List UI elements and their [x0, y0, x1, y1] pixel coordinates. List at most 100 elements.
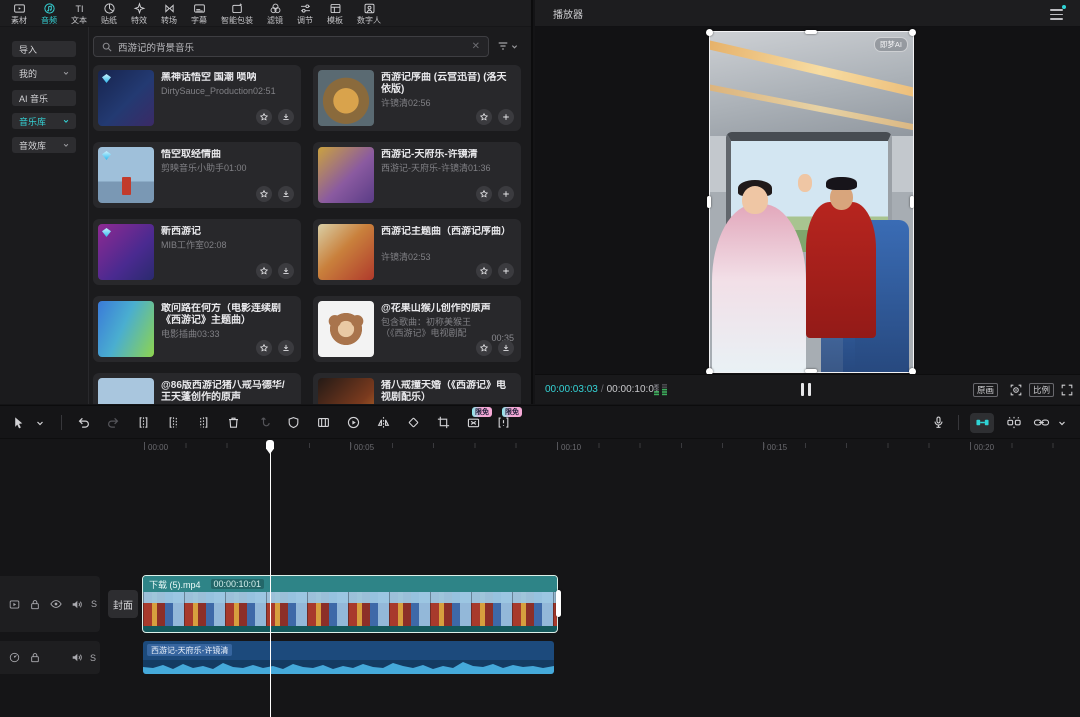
- music-card[interactable]: 敢问路在何方（电影连续剧《西游记》主题曲） 电影插曲03:33: [93, 296, 301, 362]
- search-bar[interactable]: ✕: [93, 36, 489, 57]
- fullscreen-icon[interactable]: [1060, 383, 1074, 402]
- pause-button[interactable]: [800, 383, 812, 396]
- chevron-down-icon: [63, 118, 69, 124]
- sidebar-item-ai-music[interactable]: AI 音乐: [12, 90, 76, 106]
- download-button[interactable]: [278, 186, 294, 202]
- tab-effects[interactable]: 特效: [124, 0, 154, 27]
- favorite-button[interactable]: [256, 109, 272, 125]
- tab-templates[interactable]: 模板: [320, 0, 350, 27]
- cover-button[interactable]: 封面: [108, 590, 138, 618]
- ruler-ticks: [144, 443, 1080, 448]
- linkage-chevron[interactable]: [1053, 414, 1070, 431]
- sidebar-item-sound-effects[interactable]: 音效库: [12, 137, 76, 153]
- favorite-button[interactable]: [256, 186, 272, 202]
- tab-audio[interactable]: 音频: [34, 0, 64, 27]
- add-button[interactable]: [498, 186, 514, 202]
- tab-sticker[interactable]: 贴纸: [94, 0, 124, 27]
- download-button[interactable]: [278, 263, 294, 279]
- crop-frame-button[interactable]: [315, 414, 332, 431]
- mask-button[interactable]: [285, 414, 302, 431]
- solo-track-button[interactable]: S: [90, 653, 96, 663]
- favorite-button[interactable]: [256, 263, 272, 279]
- music-card[interactable]: 西游记主题曲（西游记序曲） 许镜清02:53: [313, 219, 521, 285]
- favorite-button[interactable]: [256, 340, 272, 356]
- tab-filters[interactable]: 滤镜: [260, 0, 290, 27]
- playhead-line[interactable]: [270, 452, 271, 717]
- resize-handle[interactable]: [909, 29, 916, 36]
- original-quality-button[interactable]: 原画: [973, 383, 998, 397]
- media-icon: [13, 2, 26, 15]
- clear-search-icon[interactable]: ✕: [472, 42, 480, 52]
- audio-clip[interactable]: 西游记-天府乐-许镜清: [143, 641, 554, 674]
- tab-media[interactable]: 素材: [4, 0, 34, 27]
- asset-tabbar: 素材 音频 TI 文本 贴纸 特效: [0, 0, 533, 27]
- mute-speaker-icon[interactable]: [71, 652, 82, 663]
- video-preview[interactable]: 即梦AI: [710, 32, 913, 372]
- tab-text[interactable]: TI 文本: [64, 0, 94, 27]
- music-card[interactable]: @86版西游记猪八戒马德华/王天蓬创作的原声 包含歌曲：西游记主题曲（西游记: [93, 373, 301, 404]
- mirror-button[interactable]: [375, 414, 392, 431]
- add-button[interactable]: [498, 109, 514, 125]
- music-card[interactable]: 悟空取经情曲 剪映音乐小助手01:00: [93, 142, 301, 208]
- sidebar-item-mine[interactable]: 我的: [12, 65, 76, 81]
- smart-cut-button[interactable]: 限免: [465, 414, 482, 431]
- tab-captions[interactable]: 字幕: [184, 0, 214, 27]
- tab-transitions[interactable]: 转场: [154, 0, 184, 27]
- music-card[interactable]: 新西游记 MIB工作室02:08: [93, 219, 301, 285]
- music-card[interactable]: @花果山猴儿创作的原声 包含歌曲：初称美猴王（《西游记》电视剧配乐）-许镜清 0…: [313, 296, 521, 362]
- timeline-ruler[interactable]: 00:00 00:05 00:10 00:15 00:20: [0, 440, 1080, 460]
- freeze-frame-button[interactable]: [345, 414, 362, 431]
- filter-button[interactable]: [497, 40, 518, 52]
- focus-frame-icon[interactable]: [1009, 383, 1023, 402]
- sidebar-item-import[interactable]: 导入: [12, 41, 76, 57]
- search-input[interactable]: [118, 41, 466, 52]
- download-button[interactable]: [498, 340, 514, 356]
- lock-icon[interactable]: [30, 652, 40, 663]
- undo-button[interactable]: [75, 414, 92, 431]
- music-card[interactable]: 猪八戒撞天婚（《西游记》电视剧配乐） 许镜清01:27: [313, 373, 521, 404]
- auto-captions-button[interactable]: 限免: [495, 414, 512, 431]
- select-tool-chevron[interactable]: [31, 414, 48, 431]
- add-button[interactable]: [498, 263, 514, 279]
- player-menu-button[interactable]: [1048, 6, 1066, 22]
- linkage-button[interactable]: [1033, 414, 1050, 431]
- aspect-ratio-button[interactable]: 比例: [1029, 383, 1054, 397]
- split-right-button[interactable]: [195, 414, 212, 431]
- visibility-eye-icon[interactable]: [50, 599, 62, 609]
- player-controls: 00:00:03:03/00:00:10:01 原画 比例: [535, 374, 1080, 404]
- mute-speaker-icon[interactable]: [71, 599, 82, 610]
- video-clip[interactable]: 下载 (5).mp4 00:00:10:01: [143, 576, 557, 632]
- lock-icon[interactable]: [30, 599, 40, 610]
- clip-trim-handle[interactable]: [556, 590, 561, 617]
- crop-button[interactable]: [435, 414, 452, 431]
- rotate-button[interactable]: [405, 414, 422, 431]
- music-card[interactable]: 西游记序曲 (云宫迅音) (洛天依版) 许镜清02:56: [313, 65, 521, 131]
- resize-handle[interactable]: [706, 29, 713, 36]
- tab-smart-pack[interactable]: 智能包装: [214, 0, 260, 27]
- solo-track-button[interactable]: S: [91, 599, 97, 609]
- sidebar-item-music-library[interactable]: 音乐库: [12, 113, 76, 129]
- music-card[interactable]: 黑神话悟空 国潮 唢呐 DirtySauce_Production02:51: [93, 65, 301, 131]
- redo-button[interactable]: [105, 414, 122, 431]
- download-button[interactable]: [278, 109, 294, 125]
- preview-axis-button[interactable]: [1005, 414, 1022, 431]
- resize-handle[interactable]: [805, 30, 817, 34]
- split-button[interactable]: [135, 414, 152, 431]
- split-left-button[interactable]: [165, 414, 182, 431]
- snap-toggle-button[interactable]: [970, 413, 994, 433]
- favorite-button[interactable]: [476, 186, 492, 202]
- favorite-button[interactable]: [476, 109, 492, 125]
- delete-button[interactable]: [225, 414, 242, 431]
- tab-adjust[interactable]: 调节: [290, 0, 320, 27]
- download-button[interactable]: [278, 340, 294, 356]
- resize-handle[interactable]: [707, 196, 711, 208]
- favorite-button[interactable]: [476, 340, 492, 356]
- record-voice-button[interactable]: [930, 414, 947, 431]
- favorite-button[interactable]: [476, 263, 492, 279]
- music-card[interactable]: 西游记-天府乐-许镜清 西游记-天府乐-许镜清01:36: [313, 142, 521, 208]
- resize-handle[interactable]: [805, 369, 817, 373]
- keyframe-button[interactable]: [255, 414, 272, 431]
- resize-handle[interactable]: [910, 196, 914, 208]
- select-tool-button[interactable]: [10, 414, 27, 431]
- tab-digital-human[interactable]: 数字人: [350, 0, 388, 27]
